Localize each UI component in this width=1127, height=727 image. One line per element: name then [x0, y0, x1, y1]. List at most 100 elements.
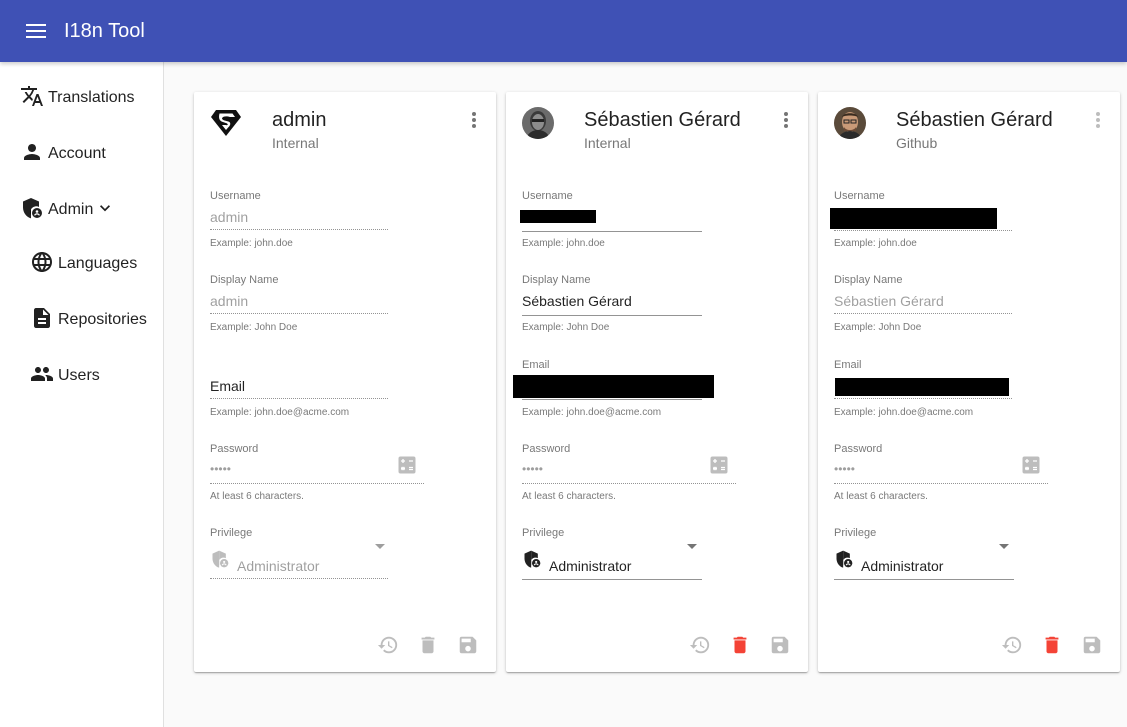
email-label: Email [834, 359, 862, 371]
password-field: ••••• [834, 462, 856, 476]
app-title: I18n Tool [64, 19, 145, 42]
user-card: admin Internal Username admin Example: j… [194, 92, 496, 672]
save-icon [1080, 633, 1104, 657]
email-field[interactable] [513, 375, 714, 398]
display-name-label: Display Name [522, 274, 591, 286]
sidebar-item-users[interactable]: Users [30, 356, 100, 396]
privilege-underline [210, 578, 388, 579]
delete-icon[interactable] [728, 633, 752, 657]
display-name-label: Display Name [834, 274, 903, 286]
admin-shield-icon [522, 549, 542, 569]
restore-icon [688, 633, 712, 657]
user-avatar [834, 107, 866, 139]
more-vert-icon [1086, 108, 1110, 132]
password-helper-text: At least 6 characters. [210, 491, 304, 502]
display-name-helper-text: Example: John Doe [210, 322, 298, 333]
superman-logo-icon [210, 107, 242, 139]
person-icon [20, 140, 44, 169]
delete-icon[interactable] [1040, 633, 1064, 657]
display-name-field: Sébastien Gérard [834, 293, 944, 309]
username-helper-text: Example: john.doe [210, 238, 293, 249]
privilege-label: Privilege [210, 527, 253, 539]
display-name-label: Display Name [210, 274, 279, 286]
username-label: Username [210, 190, 261, 202]
privilege-select-value: Administrator [237, 558, 320, 574]
privilege-select-value[interactable]: Administrator [549, 558, 631, 574]
password-underline [210, 483, 424, 484]
email-label: Email [522, 359, 550, 371]
dropdown-arrow-icon[interactable] [687, 544, 697, 549]
more-vert-icon[interactable] [462, 108, 486, 132]
admin-shield-icon [210, 549, 230, 569]
privilege-select-value[interactable]: Administrator [861, 558, 943, 574]
restore-icon [376, 633, 400, 657]
card-subtitle: Internal [584, 135, 631, 151]
app-bar: I18n Tool [0, 0, 1127, 62]
admin-shield-icon [834, 549, 854, 569]
password-underline [834, 483, 1048, 484]
sidebar-item-account[interactable]: Account [20, 134, 106, 174]
card-subtitle: Internal [272, 135, 319, 151]
password-field: ••••• [210, 462, 232, 476]
save-icon [456, 633, 480, 657]
card-title: admin [272, 109, 327, 131]
email-field [835, 378, 1009, 396]
username-underline [522, 231, 702, 232]
sidebar-item-translations[interactable]: Translations [20, 78, 135, 118]
sidebar-item-label: Translations [48, 89, 135, 106]
sidebar-item-label: Admin [48, 201, 94, 218]
display-name-helper-text: Example: John Doe [522, 322, 610, 333]
display-name-underline [834, 313, 1012, 314]
sidebar-item-languages[interactable]: Languages [30, 244, 137, 284]
display-name-underline [522, 315, 702, 316]
email-helper-text: Example: john.doe@acme.com [834, 407, 974, 418]
sidebar-item-label: Users [58, 367, 100, 384]
card-title: Sébastien Gérard [584, 109, 741, 131]
dropdown-arrow-icon [375, 544, 385, 549]
delete-icon [416, 633, 440, 657]
display-name-underline [210, 313, 388, 314]
username-helper-text: Example: john.doe [834, 238, 917, 249]
display-name-field[interactable]: Sébastien Gérard [522, 293, 632, 309]
calculator-icon [398, 456, 416, 474]
sidebar: Translations Account Admin Languages Rep… [0, 62, 164, 727]
password-label: Password [210, 443, 259, 455]
user-avatar [522, 107, 554, 139]
username-underline [210, 229, 388, 230]
user-card: Sébastien Gérard Github Username Example… [818, 92, 1120, 672]
dropdown-arrow-icon[interactable] [999, 544, 1009, 549]
sidebar-item-repositories[interactable]: Repositories [30, 300, 147, 340]
people-icon [30, 362, 54, 391]
username-field[interactable] [520, 210, 596, 223]
username-label: Username [522, 190, 573, 202]
globe-icon [30, 250, 54, 279]
email-underline [834, 398, 1012, 399]
password-label: Password [834, 443, 883, 455]
email-helper-text: Example: john.doe@acme.com [210, 407, 350, 418]
admin-shield-icon [20, 196, 44, 225]
more-vert-icon[interactable] [774, 108, 798, 132]
sidebar-item-label: Languages [58, 255, 138, 272]
password-field: ••••• [522, 462, 544, 476]
display-name-helper-text: Example: John Doe [834, 322, 922, 333]
username-underline [834, 230, 1012, 231]
chevron-down-icon [95, 198, 115, 223]
user-card: Sébastien Gérard Internal Username Examp… [506, 92, 808, 672]
email-underline [522, 399, 702, 400]
username-field [830, 208, 997, 229]
email-underline [210, 398, 388, 399]
password-label: Password [522, 443, 571, 455]
privilege-label: Privilege [522, 527, 565, 539]
sidebar-item-label: Repositories [58, 311, 147, 328]
privilege-underline [522, 579, 702, 580]
translate-icon [20, 84, 44, 113]
card-title: Sébastien Gérard [896, 109, 1053, 131]
sidebar-item-admin[interactable]: Admin [20, 190, 115, 230]
username-label: Username [834, 190, 885, 202]
card-subtitle: Github [896, 135, 938, 151]
username-helper-text: Example: john.doe [522, 238, 605, 249]
password-helper-text: At least 6 characters. [834, 491, 928, 502]
save-icon [768, 633, 792, 657]
menu-icon[interactable] [12, 7, 60, 55]
document-icon [30, 306, 54, 335]
